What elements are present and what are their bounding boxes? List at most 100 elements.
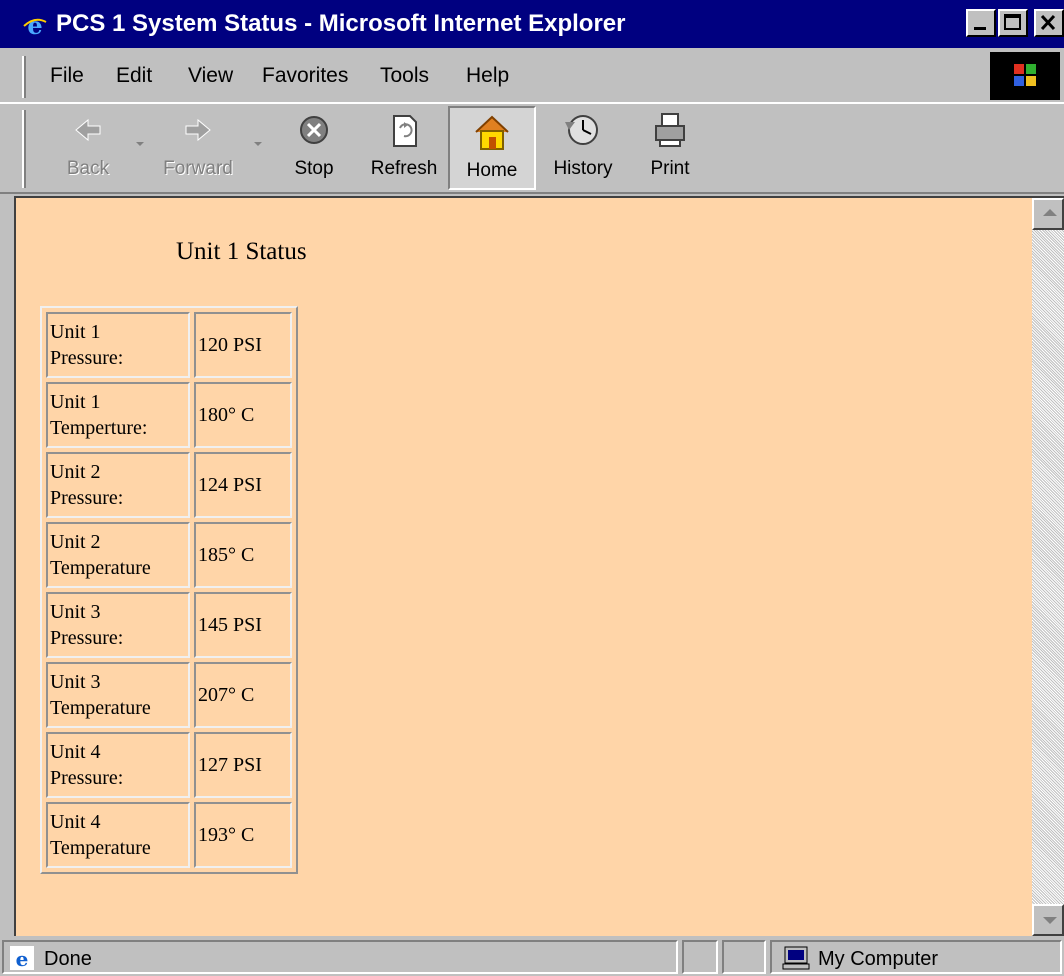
menu-bar: File Edit View Favorites Tools Help bbox=[0, 52, 1064, 102]
row-value-cell: 207° C bbox=[194, 662, 292, 728]
row-value-cell: 145 PSI bbox=[194, 592, 292, 658]
forward-label: Forward bbox=[163, 158, 233, 179]
menu-favorites[interactable]: Favorites bbox=[262, 64, 348, 88]
toolbar-grip[interactable] bbox=[22, 110, 26, 188]
minimize-icon bbox=[974, 27, 986, 30]
close-button[interactable] bbox=[1034, 9, 1064, 37]
home-button[interactable]: Home bbox=[448, 106, 536, 190]
status-bar: e Done My Computer bbox=[0, 938, 1064, 976]
row-label-cell: Unit 4 Pressure: bbox=[46, 732, 190, 798]
row-label-cell: Unit 2 Temperature bbox=[46, 522, 190, 588]
row-label-unit: Unit 3 bbox=[50, 671, 101, 693]
status-panel-main: e Done bbox=[2, 940, 678, 974]
status-table: Unit 1 Pressure: 120 PSI Unit 1 Temperture: 1… bbox=[40, 306, 298, 874]
row-label-unit: Unit 3 bbox=[50, 601, 101, 623]
back-arrow-icon bbox=[75, 118, 101, 142]
my-computer-icon bbox=[782, 946, 810, 970]
row-label-cell: Unit 3 Temperature bbox=[46, 662, 190, 728]
row-label-cell: Unit 1 Temperture: bbox=[46, 382, 190, 448]
zone-text: My Computer bbox=[818, 948, 939, 970]
stop-button[interactable]: Stop bbox=[282, 106, 346, 190]
printer-icon bbox=[655, 113, 685, 147]
table-row: Unit 4 Pressure: 127 PSI bbox=[46, 732, 292, 798]
refresh-label: Refresh bbox=[370, 158, 438, 179]
menu-file[interactable]: File bbox=[50, 64, 84, 88]
row-value-cell: 124 PSI bbox=[194, 452, 292, 518]
menu-tools[interactable]: Tools bbox=[380, 64, 429, 88]
windows-logo bbox=[990, 52, 1060, 100]
toolbar: Back Forward Stop Refresh Home History P… bbox=[0, 102, 1064, 194]
history-label: History bbox=[553, 158, 613, 179]
row-label-cell: Unit 3 Pressure: bbox=[46, 592, 190, 658]
row-label-metric: Temperature bbox=[50, 837, 151, 859]
row-label-metric: Pressure: bbox=[50, 627, 124, 649]
status-panel-zone: My Computer bbox=[770, 940, 1062, 974]
table-row: Unit 2 Pressure: 124 PSI bbox=[46, 452, 292, 518]
content-frame: Unit 1 Status Unit 1 Pressure: 120 PSI Unit… bbox=[14, 196, 1064, 936]
table-row: Unit 2 Temperature 185° C bbox=[46, 522, 292, 588]
row-value-cell: 127 PSI bbox=[194, 732, 292, 798]
history-button[interactable]: History bbox=[544, 106, 622, 190]
back-button[interactable]: Back bbox=[50, 106, 126, 190]
refresh-icon bbox=[393, 115, 417, 147]
svg-text:e: e bbox=[27, 12, 42, 38]
stop-icon bbox=[300, 116, 328, 144]
maximize-button[interactable] bbox=[998, 9, 1028, 37]
page-content: Unit 1 Status Unit 1 Pressure: 120 PSI Unit… bbox=[16, 198, 1032, 936]
table-row: Unit 4 Temperature 193° C bbox=[46, 802, 292, 868]
scroll-up-button[interactable] bbox=[1032, 198, 1064, 230]
table-row: Unit 1 Pressure: 120 PSI bbox=[46, 312, 292, 378]
home-label: Home bbox=[466, 160, 518, 181]
forward-dropdown-icon[interactable] bbox=[254, 142, 262, 146]
row-label-cell: Unit 1 Pressure: bbox=[46, 312, 190, 378]
row-value-cell: 185° C bbox=[194, 522, 292, 588]
back-label: Back bbox=[66, 158, 110, 179]
internet-explorer-icon: e bbox=[22, 12, 48, 38]
print-button[interactable]: Print bbox=[636, 106, 704, 190]
status-panel-security bbox=[722, 940, 766, 974]
row-label-cell: Unit 4 Temperature bbox=[46, 802, 190, 868]
row-label-metric: Pressure: bbox=[50, 487, 124, 509]
row-label-unit: Unit 2 bbox=[50, 531, 101, 553]
scroll-down-button[interactable] bbox=[1032, 904, 1064, 936]
table-row: Unit 3 Pressure: 145 PSI bbox=[46, 592, 292, 658]
stop-label: Stop bbox=[294, 158, 334, 179]
status-panel-progress bbox=[682, 940, 718, 974]
row-label-metric: Temperture: bbox=[50, 417, 148, 439]
menu-edit[interactable]: Edit bbox=[116, 64, 152, 88]
table-row: Unit 3 Temperature 207° C bbox=[46, 662, 292, 728]
row-value-cell: 193° C bbox=[194, 802, 292, 868]
row-label-unit: Unit 4 bbox=[50, 811, 101, 833]
vertical-scrollbar[interactable] bbox=[1032, 198, 1064, 936]
row-label-unit: Unit 4 bbox=[50, 741, 101, 763]
forward-button[interactable]: Forward bbox=[150, 106, 246, 190]
row-label-metric: Temperature bbox=[50, 557, 151, 579]
status-table-body: Unit 1 Pressure: 120 PSI Unit 1 Temperture: 1… bbox=[46, 312, 292, 868]
home-icon bbox=[475, 115, 509, 150]
row-value-cell: 120 PSI bbox=[194, 312, 292, 378]
row-label-metric: Temperature bbox=[50, 697, 151, 719]
forward-arrow-icon bbox=[185, 118, 211, 142]
title-bar[interactable]: e PCS 1 System Status - Microsoft Intern… bbox=[0, 0, 1064, 48]
row-label-unit: Unit 2 bbox=[50, 461, 101, 483]
row-value-cell: 180° C bbox=[194, 382, 292, 448]
status-text: Done bbox=[44, 948, 92, 970]
menu-help[interactable]: Help bbox=[466, 64, 509, 88]
table-row: Unit 1 Temperture: 180° C bbox=[46, 382, 292, 448]
refresh-button[interactable]: Refresh bbox=[362, 106, 446, 190]
row-label-unit: Unit 1 bbox=[50, 391, 101, 413]
menu-view[interactable]: View bbox=[188, 64, 233, 88]
page-heading: Unit 1 Status bbox=[176, 238, 307, 265]
windows-flag-icon bbox=[1014, 64, 1036, 86]
back-dropdown-icon[interactable] bbox=[136, 142, 144, 146]
menubar-grip[interactable] bbox=[22, 56, 26, 98]
close-icon bbox=[1040, 14, 1056, 31]
print-label: Print bbox=[650, 158, 690, 179]
scroll-down-icon bbox=[1043, 917, 1057, 924]
minimize-button[interactable] bbox=[966, 9, 996, 37]
browser-window: e PCS 1 System Status - Microsoft Intern… bbox=[0, 0, 1064, 976]
page-done-icon: e bbox=[10, 946, 34, 970]
row-label-metric: Pressure: bbox=[50, 347, 124, 369]
scroll-up-icon bbox=[1043, 209, 1057, 216]
row-label-metric: Pressure: bbox=[50, 767, 124, 789]
